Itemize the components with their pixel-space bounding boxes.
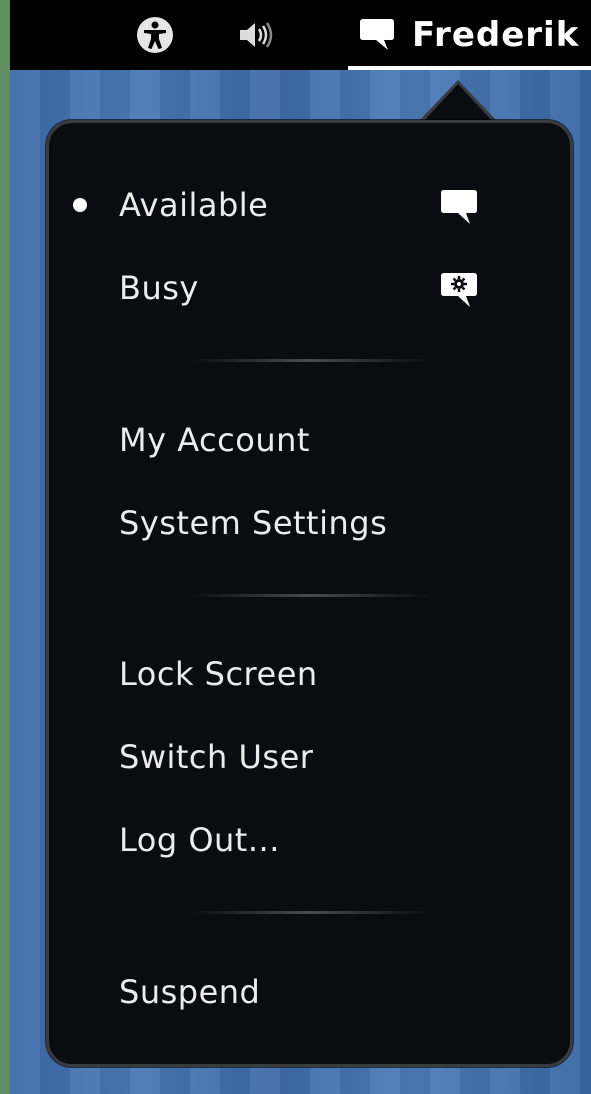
system-settings-label: System Settings (119, 504, 388, 542)
suspend-label: Suspend (119, 973, 261, 1011)
active-indicator (348, 66, 591, 70)
chat-bubble-icon (441, 190, 477, 224)
user-menu-button[interactable]: Frederik (348, 0, 591, 70)
status-busy-item[interactable]: Busy (49, 253, 570, 323)
accessibility-button[interactable] (130, 0, 180, 70)
user-menu: Available Busy My Account System Setting… (46, 120, 573, 1067)
log-out-label: Log Out... (119, 821, 280, 859)
my-account-item[interactable]: My Account (49, 405, 570, 475)
suspend-item[interactable]: Suspend (49, 957, 570, 1027)
selected-bullet (73, 198, 87, 212)
status-available-label: Available (119, 186, 269, 224)
chat-bubble-icon (360, 19, 394, 50)
lock-screen-label: Lock Screen (119, 655, 318, 693)
status-available-item[interactable]: Available (49, 170, 570, 240)
log-out-item[interactable]: Log Out... (49, 805, 570, 875)
chat-bubble-busy-icon (441, 273, 477, 307)
status-busy-label: Busy (119, 269, 199, 307)
system-settings-item[interactable]: System Settings (49, 488, 570, 558)
separator (189, 911, 429, 914)
separator (189, 594, 429, 597)
top-panel: Frederik (10, 0, 591, 70)
separator (189, 359, 429, 362)
volume-button[interactable] (232, 0, 282, 70)
switch-user-label: Switch User (119, 738, 314, 776)
menu-pointer-fill (421, 84, 495, 124)
switch-user-item[interactable]: Switch User (49, 722, 570, 792)
accessibility-icon (137, 17, 173, 53)
user-name: Frederik (412, 15, 580, 55)
my-account-label: My Account (119, 421, 310, 459)
lock-screen-item[interactable]: Lock Screen (49, 639, 570, 709)
volume-icon (240, 22, 273, 48)
